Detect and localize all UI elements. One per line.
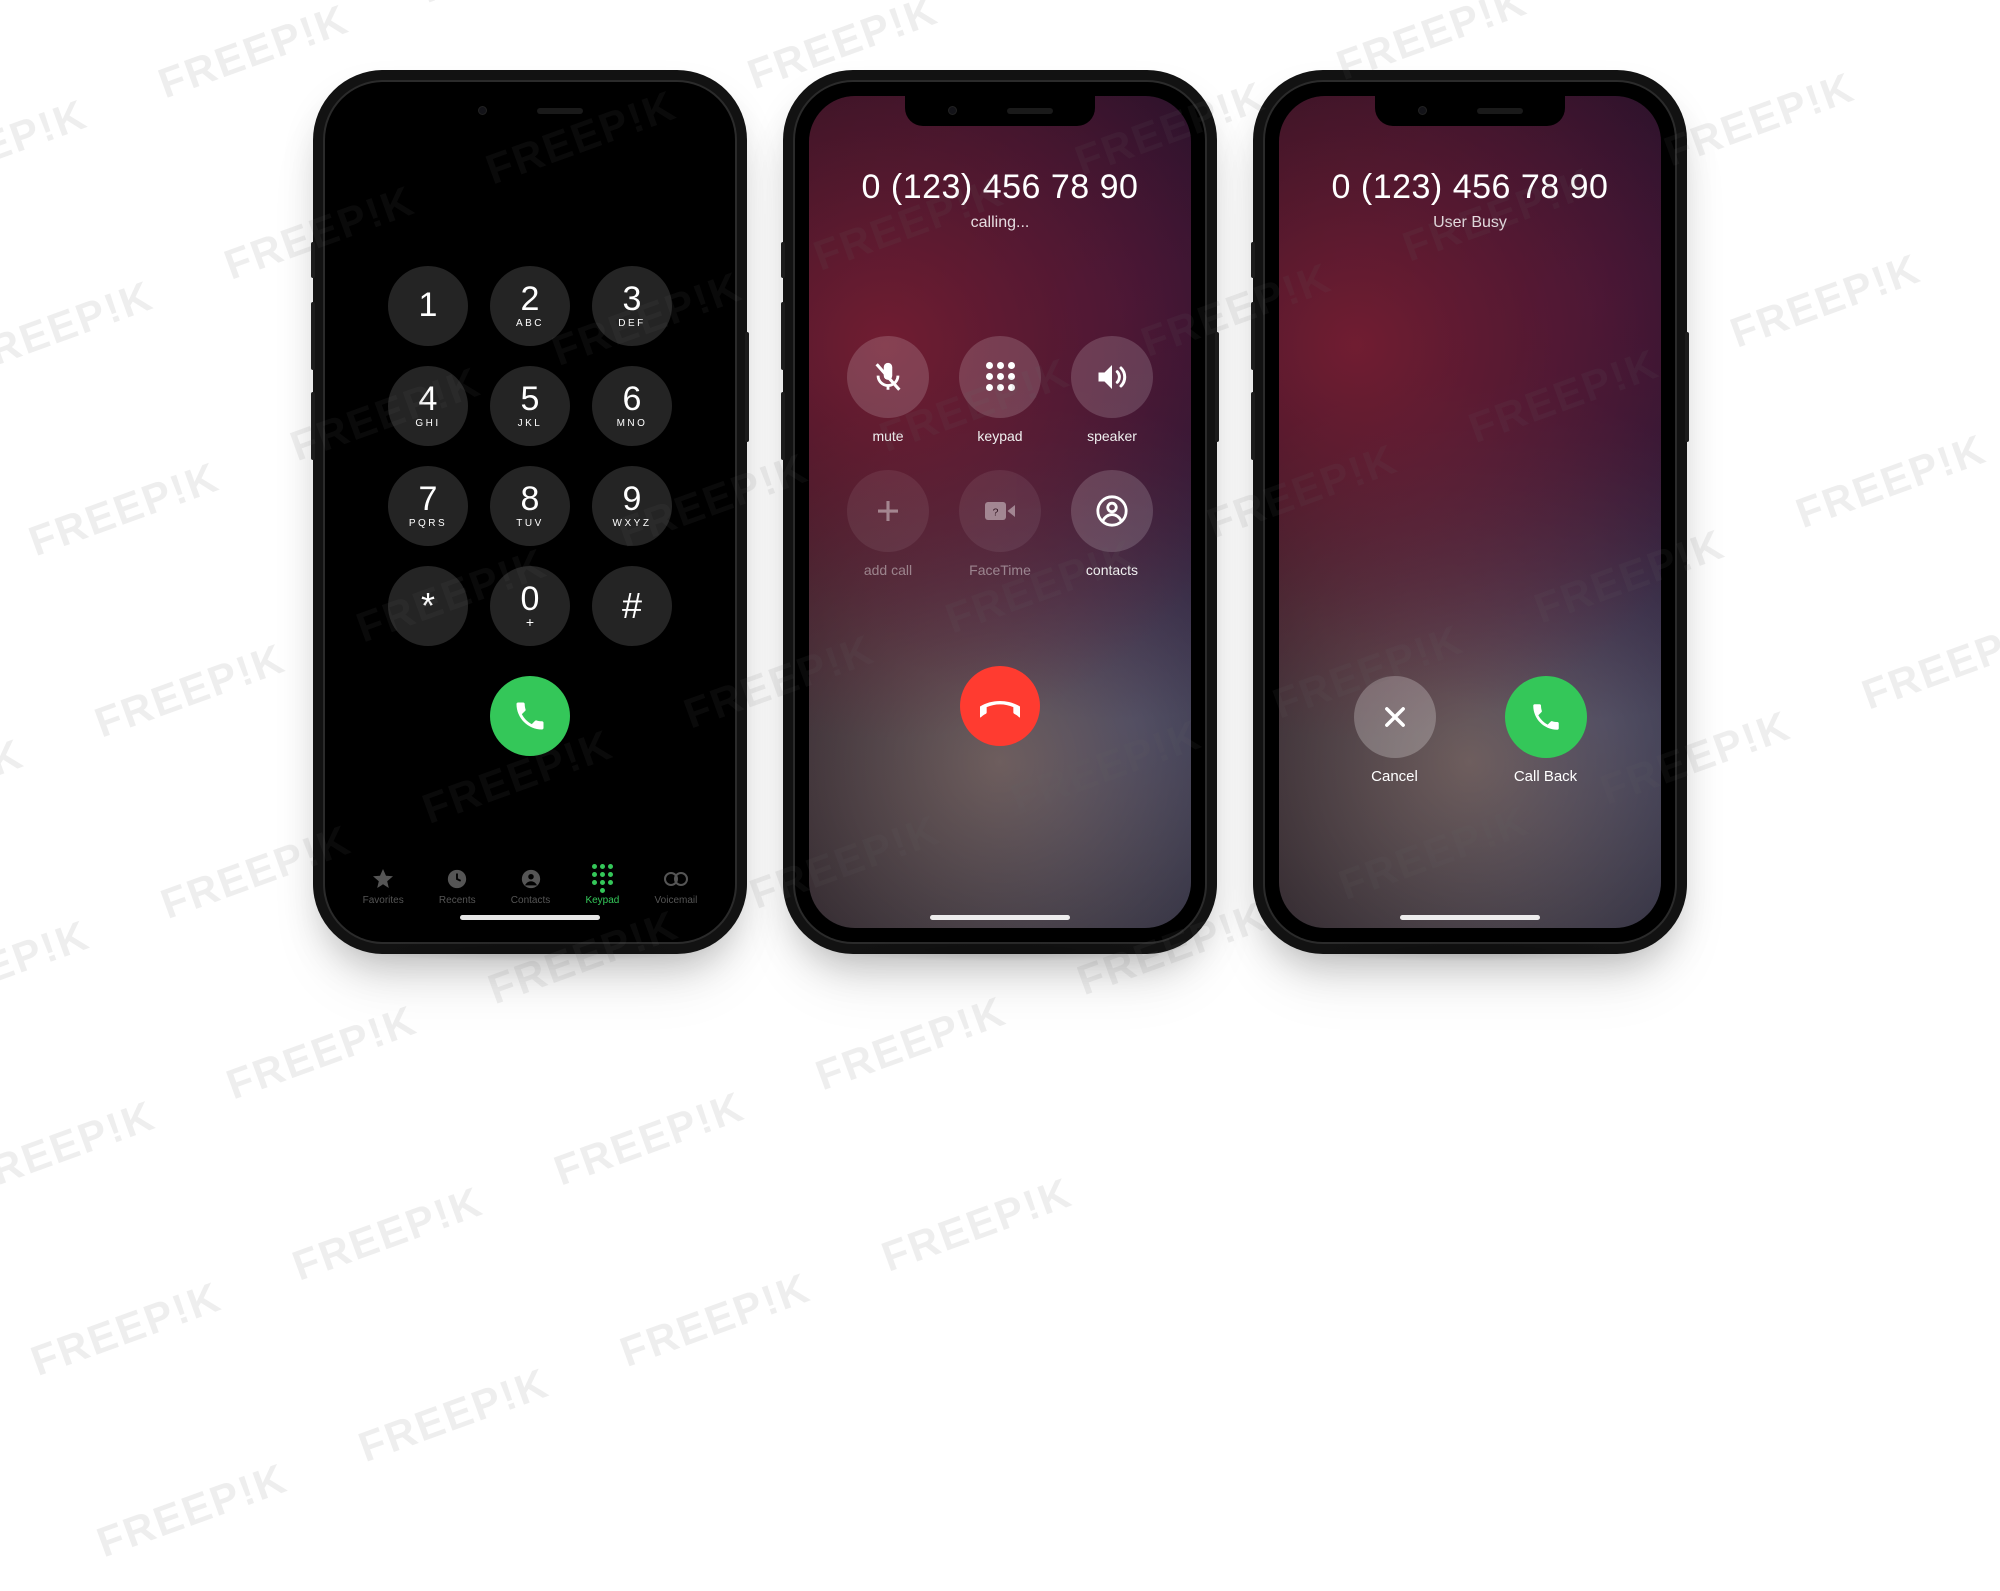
device-notch <box>905 96 1095 126</box>
control-speaker[interactable]: speaker <box>1071 336 1153 444</box>
clock-icon <box>443 867 471 891</box>
phone-mockup-calling: 0 (123) 456 78 90 calling... mute keypad… <box>795 82 1205 942</box>
phone-down-icon <box>980 686 1020 726</box>
key-4[interactable]: 4GHI <box>388 366 468 446</box>
key-star[interactable]: * <box>388 566 468 646</box>
phone-mockup-dialer: 1 2ABC 3DEF 4GHI 5JKL 6MNO 7PQRS 8TUV 9W… <box>325 82 735 942</box>
key-8[interactable]: 8TUV <box>490 466 570 546</box>
video-icon: ? <box>982 493 1018 529</box>
plus-icon <box>873 496 903 526</box>
device-notch <box>1375 96 1565 126</box>
tab-favorites[interactable]: Favorites <box>363 867 404 906</box>
control-add-call[interactable]: add call <box>847 470 929 578</box>
key-1[interactable]: 1 <box>388 266 468 346</box>
home-indicator[interactable] <box>460 915 600 920</box>
star-icon <box>369 867 397 891</box>
callback-button[interactable]: Call Back <box>1505 676 1587 785</box>
control-mute[interactable]: mute <box>847 336 929 444</box>
voicemail-icon <box>662 867 690 891</box>
home-indicator[interactable] <box>1400 915 1540 920</box>
key-hash[interactable]: # <box>592 566 672 646</box>
key-9[interactable]: 9WXYZ <box>592 466 672 546</box>
key-2[interactable]: 2ABC <box>490 266 570 346</box>
tab-voicemail[interactable]: Voicemail <box>655 867 698 906</box>
busy-actions: Cancel Call Back <box>1279 676 1661 785</box>
key-0[interactable]: 0+ <box>490 566 570 646</box>
control-facetime[interactable]: ? FaceTime <box>959 470 1041 578</box>
phone-mockup-busy: 0 (123) 456 78 90 User Busy Cancel Call … <box>1265 82 1675 942</box>
device-notch <box>435 96 625 126</box>
call-number: 0 (123) 456 78 90 <box>1279 168 1661 207</box>
call-status: calling... <box>809 214 1191 232</box>
tab-contacts[interactable]: Contacts <box>511 867 550 906</box>
control-keypad[interactable]: keypad <box>959 336 1041 444</box>
person-circle-icon <box>517 867 545 891</box>
key-6[interactable]: 6MNO <box>592 366 672 446</box>
call-number: 0 (123) 456 78 90 <box>809 168 1191 207</box>
call-controls: mute keypad speaker add call ? FaceTime <box>809 336 1191 578</box>
tab-recents[interactable]: Recents <box>439 867 476 906</box>
phone-icon <box>512 698 548 734</box>
call-button[interactable] <box>490 676 570 756</box>
mute-icon <box>871 360 905 394</box>
person-circle-icon <box>1095 494 1129 528</box>
key-7[interactable]: 7PQRS <box>388 466 468 546</box>
close-icon <box>1381 703 1409 731</box>
svg-text:?: ? <box>993 506 999 518</box>
cancel-button[interactable]: Cancel <box>1354 676 1436 785</box>
control-contacts[interactable]: contacts <box>1071 470 1153 578</box>
keypad-icon <box>986 362 1015 391</box>
home-indicator[interactable] <box>930 915 1070 920</box>
speaker-icon <box>1094 359 1130 395</box>
key-3[interactable]: 3DEF <box>592 266 672 346</box>
call-status: User Busy <box>1279 214 1661 232</box>
end-call-button[interactable] <box>960 666 1040 746</box>
keypad-icon <box>588 867 616 891</box>
key-5[interactable]: 5JKL <box>490 366 570 446</box>
tab-keypad[interactable]: Keypad <box>585 867 619 906</box>
dialpad: 1 2ABC 3DEF 4GHI 5JKL 6MNO 7PQRS 8TUV 9W… <box>339 266 721 646</box>
tab-bar: Favorites Recents Contacts Keypad <box>339 867 721 906</box>
phone-icon <box>1529 700 1563 734</box>
